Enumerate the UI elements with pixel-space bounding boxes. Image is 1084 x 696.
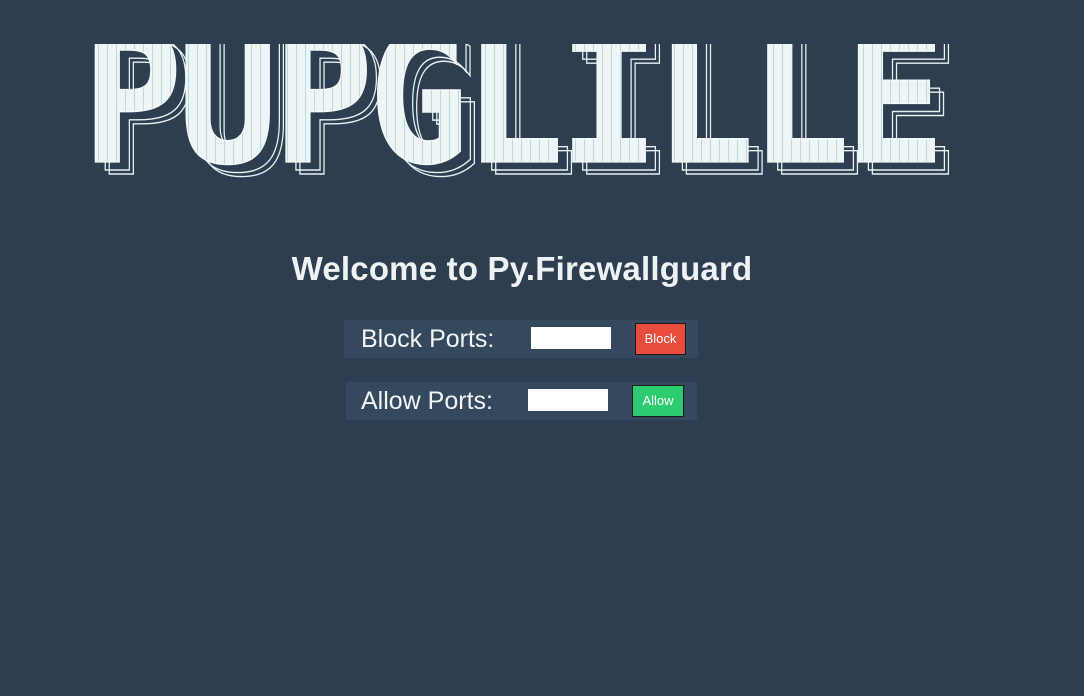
welcome-title: Welcome to Py.Firewallguard: [291, 250, 753, 287]
ascii-art-banner: PUPGLILLE PUPGLILLE PUPGLILLE: [81, 44, 960, 180]
allow-ports-label: Allow Ports:: [361, 387, 493, 415]
block-ports-label: Block Ports:: [361, 325, 495, 353]
block-button[interactable]: Block: [635, 323, 686, 355]
banner-text: PUPGLILLE: [82, 44, 940, 180]
allow-ports-input[interactable]: [528, 389, 608, 411]
allow-ports-row: Allow Ports: Allow: [346, 382, 697, 420]
block-ports-row: Block Ports: Block: [344, 320, 698, 358]
block-ports-input[interactable]: [531, 327, 611, 349]
allow-button[interactable]: Allow: [632, 385, 684, 417]
